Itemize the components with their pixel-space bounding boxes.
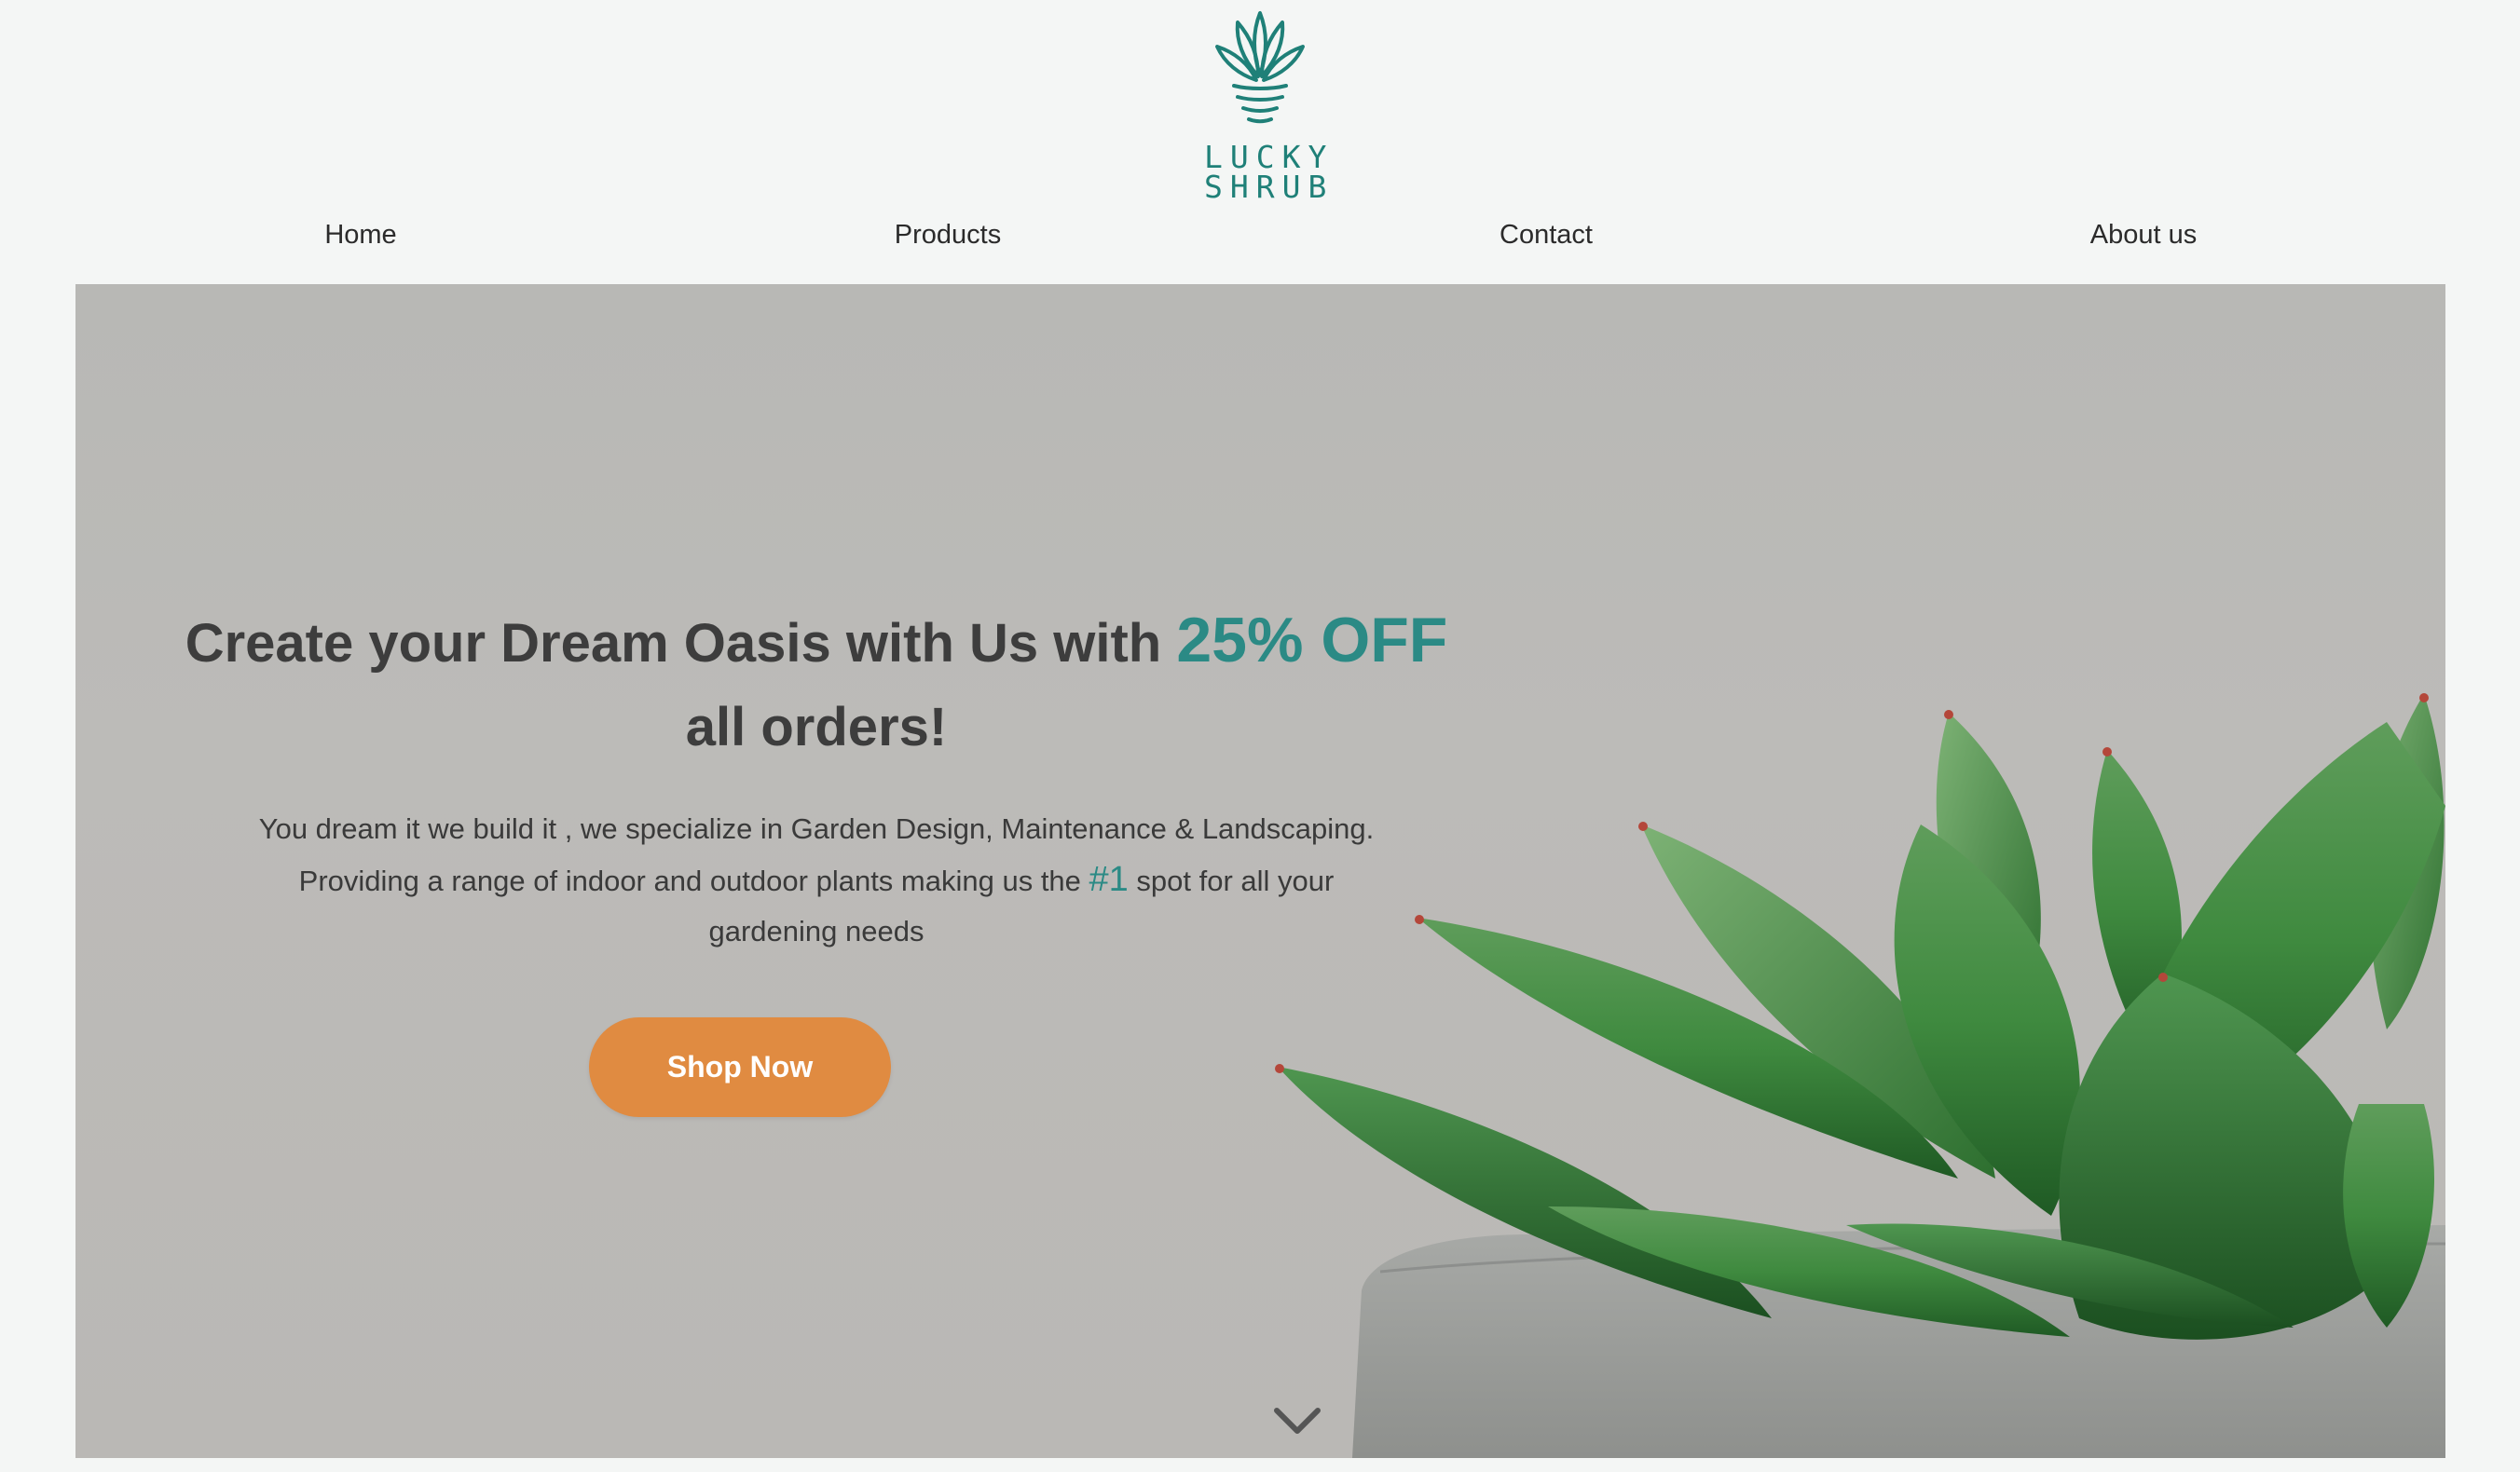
hero-headline: Create your Dream Oasis with Us with 25%… — [159, 598, 1473, 770]
hero-description-line3: gardening needs — [708, 915, 924, 947]
nav-about-us[interactable]: About us — [2090, 220, 2197, 251]
succulent-pot-icon — [1215, 11, 1305, 124]
hero-description-line1: You dream it we build it , we specialize… — [258, 812, 1375, 845]
nav-home[interactable]: Home — [324, 220, 396, 251]
hero-description-line2-start: Providing a range of indoor and outdoor … — [298, 865, 1089, 897]
nav-products[interactable]: Products — [895, 220, 1001, 251]
chevron-down-icon[interactable] — [1271, 1405, 1323, 1437]
hero-banner: Create your Dream Oasis with Us with 25%… — [75, 284, 2445, 1458]
hero-description: You dream it we build it , we specialize… — [159, 804, 1473, 957]
shop-now-button[interactable]: Shop Now — [589, 1017, 891, 1117]
hero-headline-text: Create your Dream Oasis with Us with — [185, 612, 1177, 674]
brand-logo[interactable]: LUCKY SHRUB — [1204, 6, 1335, 205]
rank-highlight: #1 — [1089, 860, 1129, 899]
hero-description-line2-end: spot for all your — [1128, 865, 1335, 897]
nav-contact[interactable]: Contact — [1500, 220, 1593, 251]
hero-headline-text-line2: all orders! — [685, 696, 948, 757]
discount-highlight: 25% OFF — [1176, 604, 1448, 675]
main-nav: Home Products Contact About us — [75, 220, 2445, 261]
landing-page: LUCKY SHRUB Home Products Contact About … — [0, 0, 2520, 1472]
logo-wordmark-line2: SHRUB — [1204, 169, 1335, 205]
